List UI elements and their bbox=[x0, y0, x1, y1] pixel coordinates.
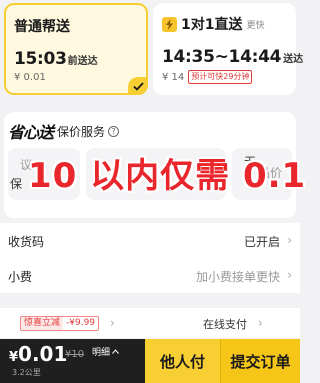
standard-delivery-eta: 15:03 前送达 bbox=[14, 49, 98, 69]
direct-eta-time: 14:35~14:44 bbox=[162, 47, 282, 67]
discount-tag-label: 惊喜立减 bbox=[21, 317, 64, 330]
standard-delivery-card[interactable]: 普通帮送 15:03 前送达 ¥ 0.01 bbox=[4, 3, 148, 95]
tip-label: 小费 bbox=[8, 270, 33, 284]
pay-by-other-button[interactable]: 他人付 bbox=[145, 339, 220, 383]
original-price: ¥10 bbox=[65, 349, 85, 360]
direct-delivery-header: 1对1直送 更快 bbox=[162, 14, 265, 34]
chevron-right-icon: › bbox=[258, 316, 263, 330]
chevron-up-icon bbox=[112, 349, 119, 354]
insurance-title: 保价服务 bbox=[57, 124, 106, 139]
direct-delivery-card[interactable]: 1对1直送 更快 14:35~14:44 送达 ¥ 14 预计可快29分钟 bbox=[153, 3, 303, 95]
insurance-header: 省心送 保价服务 ? bbox=[8, 119, 120, 143]
submit-order-button[interactable]: 提交订单 bbox=[220, 339, 300, 383]
direct-delivery-price: ¥ 14 bbox=[162, 71, 185, 83]
chevron-right-icon: › bbox=[287, 268, 292, 282]
standard-delivery-price: ¥ 0.01 bbox=[14, 72, 46, 83]
direct-delivery-eta: 14:35~14:44 送达 bbox=[162, 47, 303, 67]
insurance-option-left-label: 保 bbox=[10, 177, 23, 191]
pickup-code-row[interactable]: 收货码 已开启 › bbox=[0, 223, 300, 258]
chevron-right-icon: › bbox=[110, 316, 115, 330]
standard-eta-time: 15:03 bbox=[14, 49, 67, 69]
standard-eta-suffix: 前送达 bbox=[67, 56, 98, 67]
pickup-code-label: 收货码 bbox=[8, 235, 45, 249]
total-amount: 0.01 bbox=[18, 342, 68, 366]
currency-symbol: ¥ bbox=[9, 350, 19, 365]
direct-eta-suffix: 送达 bbox=[283, 54, 304, 65]
direct-delivery-title: 1对1直送 bbox=[181, 17, 243, 33]
tip-row[interactable]: 小费 加小费接单更快 › bbox=[0, 258, 300, 293]
time-saving-badge: 预计可快29分钟 bbox=[188, 70, 253, 84]
price-summary-bar: ¥ 0.01 ¥10 明细 3.2公里 bbox=[0, 339, 145, 383]
price-detail-label: 明细 bbox=[92, 348, 111, 358]
settings-rows: 收货码 已开启 › 小费 加小费接单更快 › bbox=[0, 223, 300, 293]
chevron-right-icon: › bbox=[287, 233, 292, 247]
brand-logo: 省心送 bbox=[8, 123, 54, 142]
pickup-code-status: 已开启 bbox=[243, 235, 280, 249]
payment-method: 在线支付 bbox=[203, 318, 247, 331]
delivery-distance: 3.2公里 bbox=[12, 368, 41, 377]
lightning-icon bbox=[162, 16, 177, 32]
tip-hint: 加小费接单更快 bbox=[195, 270, 280, 284]
selected-check-icon bbox=[128, 77, 148, 95]
faster-tag: 更快 bbox=[246, 20, 265, 31]
direct-delivery-price-row: ¥ 14 预计可快29分钟 bbox=[162, 70, 253, 84]
price-detail-link[interactable]: 明细 bbox=[92, 345, 119, 358]
promo-overlay-caption: 10 以内仅需 0.1 bbox=[28, 156, 307, 196]
payment-row[interactable]: 惊喜立减 -¥9.99 › 在线支付 › bbox=[0, 308, 300, 338]
standard-delivery-title: 普通帮送 bbox=[14, 19, 70, 35]
discount-amount: -¥9.99 bbox=[66, 318, 96, 328]
discount-tag: 惊喜立减 -¥9.99 bbox=[20, 316, 100, 331]
help-icon[interactable]: ? bbox=[108, 125, 120, 137]
total-price: ¥ 0.01 bbox=[9, 342, 67, 366]
